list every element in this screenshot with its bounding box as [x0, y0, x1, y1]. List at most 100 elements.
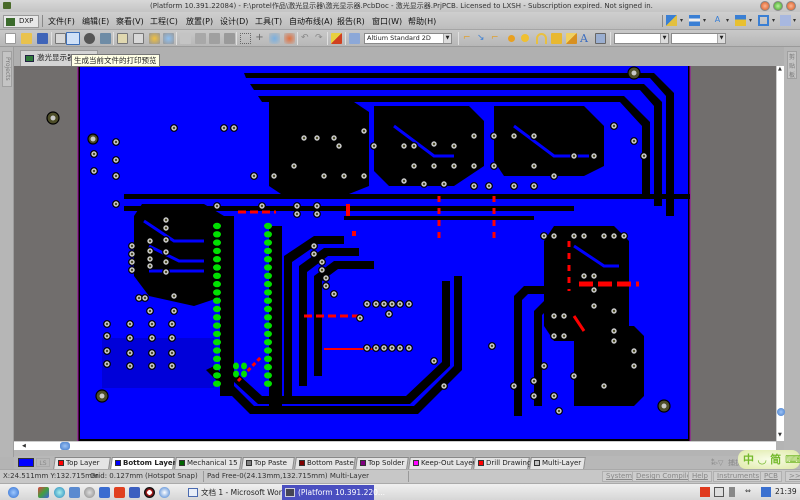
wiring-tool-icon[interactable]	[666, 15, 677, 26]
menu-reports[interactable]: 报告(R)	[337, 16, 365, 27]
dropdown-arrow-icon[interactable]: ▾	[703, 17, 706, 24]
layer-tab-keep-out-layer[interactable]: Keep-Out Layer	[408, 457, 475, 469]
maximize-button[interactable]	[773, 1, 783, 11]
interactive-route-icon[interactable]: ⌐	[463, 33, 474, 44]
panel-help-button[interactable]: Help	[688, 471, 712, 482]
panel-pcb-button[interactable]: PCB	[760, 471, 782, 482]
layer-tab-bottom-paste[interactable]: Bottom Paste	[294, 457, 356, 469]
save-icon[interactable]	[37, 33, 48, 44]
quicklaunch-qq-icon[interactable]	[144, 487, 155, 498]
grid-tool-icon[interactable]	[758, 15, 769, 26]
redo-icon[interactable]: ↷	[315, 33, 326, 44]
scroll-up-arrow-icon[interactable]: ▲	[778, 66, 782, 72]
view-config-combo[interactable]: Altium Standard 2D ▼	[364, 33, 452, 44]
menu-edit[interactable]: 编辑(E)	[82, 16, 109, 27]
close-button[interactable]	[786, 1, 796, 11]
panel-system-button[interactable]: System	[602, 471, 637, 482]
browse-components-icon[interactable]	[349, 33, 360, 44]
layer-tab-top-solder[interactable]: Top Solder	[355, 457, 409, 469]
align-tool-icon[interactable]	[689, 15, 700, 26]
new-file-icon[interactable]	[5, 33, 16, 44]
place-polygon-icon[interactable]	[566, 33, 577, 44]
taskbar-item-platform[interactable]: (Platform 10.391.220...	[282, 485, 385, 500]
panel-more-button[interactable]: >>	[785, 471, 800, 482]
pcb-canvas[interactable]	[14, 66, 776, 441]
quicklaunch-sogou-icon[interactable]	[159, 487, 170, 498]
vertical-scrollbar[interactable]: ▲ ▼	[776, 66, 785, 441]
deselect-icon[interactable]	[269, 33, 280, 44]
zoom-filter-icon[interactable]	[163, 33, 174, 44]
place-component-icon[interactable]	[595, 33, 606, 44]
print-preview-button[interactable]	[66, 32, 80, 45]
minimize-button[interactable]	[760, 1, 770, 11]
current-layer-color-swatch[interactable]	[18, 458, 34, 467]
pcb-board-view[interactable]	[14, 66, 776, 441]
menu-window[interactable]: 窗口(W)	[372, 16, 402, 27]
quicklaunch-browser-icon[interactable]	[54, 487, 65, 498]
cross-probe-icon[interactable]	[331, 33, 342, 44]
menu-file[interactable]: 文件(F)	[48, 16, 75, 27]
start-button-icon[interactable]	[8, 487, 19, 498]
print-icon[interactable]	[55, 33, 66, 44]
menu-design[interactable]: 设计(D)	[220, 16, 248, 27]
vertical-scroll-thumb[interactable]	[777, 408, 785, 416]
horizontal-scroll-thumb[interactable]	[60, 442, 70, 450]
menu-tools[interactable]: 工具(T)	[255, 16, 282, 27]
quicklaunch-computer-icon[interactable]	[69, 487, 80, 498]
scroll-left-arrow-icon[interactable]: ◀	[22, 443, 26, 449]
horizontal-scrollbar[interactable]: ◀	[14, 441, 776, 450]
place-pad-icon[interactable]	[508, 35, 515, 42]
rubber-stamp-icon[interactable]	[224, 33, 235, 44]
zoom-fit-icon[interactable]	[117, 33, 128, 44]
layer-tab-drill-drawing[interactable]: Drill Drawing	[473, 457, 531, 469]
taskbar-item-word[interactable]: 文档 1 - Microsoft Word	[185, 485, 286, 500]
layer-set-button[interactable]: LS	[36, 458, 50, 467]
layer-tab-top-layer[interactable]: Top Layer	[53, 457, 111, 469]
quicklaunch-app-icon[interactable]	[38, 487, 49, 498]
layer-tab-mechanical-15[interactable]: Mechanical 15	[174, 457, 242, 469]
scroll-down-arrow-icon[interactable]: ▼	[778, 432, 782, 438]
menu-project[interactable]: 工程(C)	[150, 16, 178, 27]
menu-help[interactable]: 帮助(H)	[408, 16, 436, 27]
zoom-selected-icon[interactable]	[149, 33, 160, 44]
open-folder-icon[interactable]	[21, 33, 32, 44]
quicklaunch-media-icon[interactable]	[84, 487, 95, 498]
dropdown-arrow-icon[interactable]: ▾	[749, 17, 752, 24]
filter-combo-1[interactable]: ▼	[614, 33, 669, 44]
room-tool-icon[interactable]	[735, 15, 746, 26]
dropdown-arrow-icon[interactable]: ▾	[726, 17, 729, 24]
dropdown-arrow-icon[interactable]: ▾	[772, 17, 775, 24]
quicklaunch-list-icon[interactable]	[129, 487, 140, 498]
cut-icon[interactable]	[180, 33, 191, 44]
place-string-icon[interactable]: A	[580, 33, 591, 44]
zoom-area-icon[interactable]	[133, 33, 144, 44]
dropdown-arrow-icon[interactable]: ▾	[680, 17, 683, 24]
select-area-icon[interactable]	[240, 33, 251, 44]
projects-panel-tab[interactable]: Projects	[2, 51, 12, 87]
layer-tool-icon[interactable]	[780, 15, 791, 26]
tray-network-icon[interactable]	[729, 487, 735, 497]
panel-instruments-button[interactable]: Instruments	[713, 471, 764, 482]
board-icon[interactable]	[100, 33, 111, 44]
menu-place[interactable]: 放置(P)	[186, 16, 213, 27]
multi-route-icon[interactable]: ⌐	[491, 33, 502, 44]
move-icon[interactable]: +	[254, 33, 265, 44]
quicklaunch-desktop-icon[interactable]	[99, 487, 110, 498]
diff-pair-route-icon[interactable]: ↘	[477, 33, 488, 44]
tray-sync-icon[interactable]: ⇔	[745, 487, 759, 497]
layer-tab-multi-layer[interactable]: Multi-Layer	[529, 457, 586, 469]
copy-icon[interactable]	[195, 33, 206, 44]
tray-volume-icon[interactable]	[761, 487, 771, 497]
menu-autoroute[interactable]: 自动布线(A)	[289, 16, 333, 27]
place-via-icon[interactable]	[521, 34, 529, 42]
clear-filter-icon[interactable]	[284, 33, 295, 44]
paste-icon[interactable]	[209, 33, 220, 44]
dropdown-arrow-icon[interactable]: ▾	[793, 17, 796, 24]
menu-view[interactable]: 察看(V)	[116, 16, 144, 27]
quicklaunch-office-icon[interactable]	[114, 487, 125, 498]
filter-combo-2[interactable]: ▼	[671, 33, 726, 44]
tray-antivirus-icon[interactable]	[700, 487, 710, 497]
layer-tab-bottom-layer[interactable]: Bottom Layer	[110, 457, 176, 469]
place-arc-icon[interactable]	[536, 33, 547, 44]
text-tool-icon[interactable]: A	[712, 15, 723, 26]
